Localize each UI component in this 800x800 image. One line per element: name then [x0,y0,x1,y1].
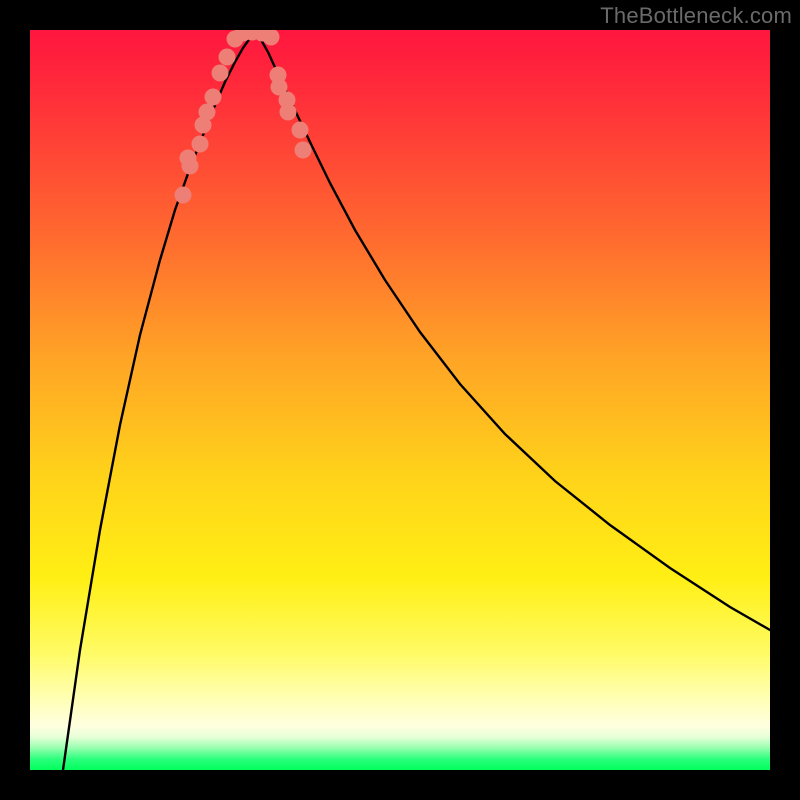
chart-curve-left [63,32,255,770]
chart-dot [292,122,309,139]
chart-plot-area [30,30,770,770]
chart-svg [30,30,770,770]
chart-dot [199,104,216,121]
chart-dot [295,142,312,159]
chart-dots-group [175,30,312,204]
chart-dot [280,104,297,121]
chart-dot [219,49,236,66]
chart-dot [205,89,222,106]
chart-dot [263,30,280,46]
chart-dot [212,65,229,82]
chart-curve-right [255,32,770,630]
chart-dot [192,136,209,153]
watermark-text: TheBottleneck.com [600,3,792,29]
chart-dot [180,150,197,167]
chart-dot [175,187,192,204]
